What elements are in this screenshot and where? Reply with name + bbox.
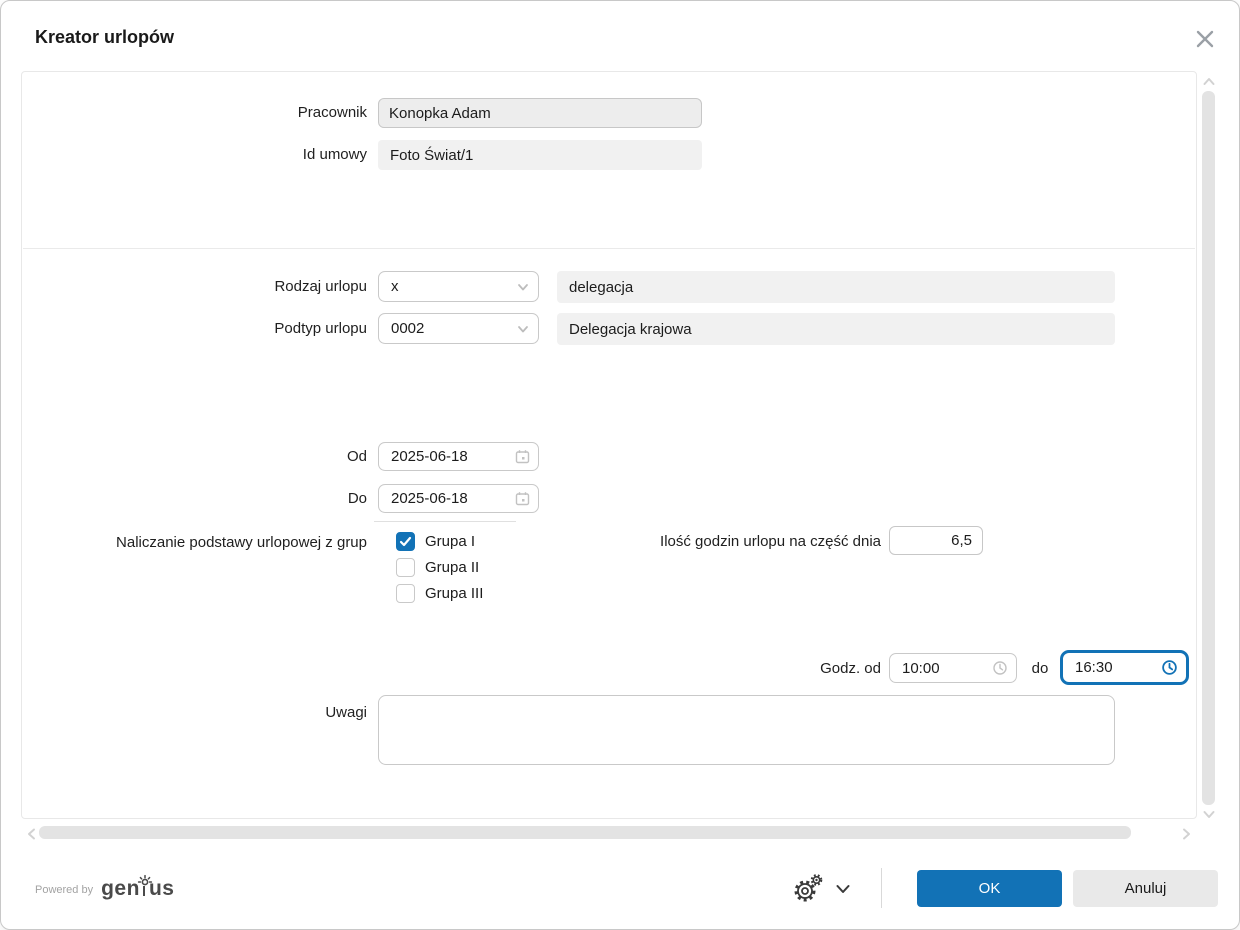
uwagi-label: Uwagi	[325, 704, 367, 721]
horizontal-scrollbar-thumb[interactable]	[39, 826, 1131, 839]
od-date-input[interactable]: 2025-06-18	[378, 442, 539, 471]
cancel-button[interactable]: Anuluj	[1073, 870, 1218, 907]
page-title: Kreator urlopów	[35, 27, 175, 47]
grupa-checkbox-label: Grupa II	[425, 559, 480, 576]
scroll-left-icon[interactable]	[25, 827, 39, 845]
id-umowy-label: Id umowy	[302, 146, 367, 163]
godz-od-label: Godz. od	[820, 660, 881, 677]
grupa-checkbox-label: Grupa I	[425, 533, 476, 550]
chevron-down-icon	[835, 882, 851, 900]
uwagi-textarea[interactable]	[378, 695, 1115, 765]
ok-button[interactable]: OK	[917, 870, 1062, 907]
grupa-iii-row: Grupa III	[396, 584, 483, 603]
genius-sun-icon	[137, 873, 153, 901]
rodzaj-urlopu-value: x	[391, 278, 399, 295]
brand-text-gen: gen	[101, 877, 140, 900]
section-divider	[23, 248, 1195, 249]
godz-od-value: 10:00	[902, 659, 940, 677]
genius-brand: gen us	[101, 873, 174, 901]
id-umowy-field: Foto Świat/1	[378, 140, 702, 170]
do-date-input[interactable]: 2025-06-18	[378, 484, 539, 513]
grupa-checkbox-2[interactable]	[396, 558, 415, 577]
scroll-right-icon[interactable]	[1179, 827, 1193, 845]
calendar-icon[interactable]	[515, 449, 530, 464]
podtyp-urlopu-dropdown[interactable]: 0002	[378, 313, 539, 344]
check-icon	[399, 536, 412, 547]
powered-by-logo: Powered by gen us	[35, 873, 174, 901]
calendar-icon[interactable]	[515, 491, 530, 506]
godz-do-value: 16:30	[1075, 659, 1113, 676]
scroll-down-icon[interactable]	[1203, 807, 1215, 826]
rodzaj-urlopu-label: Rodzaj urlopu	[274, 278, 367, 295]
rodzaj-urlopu-description: delegacja	[557, 271, 1115, 303]
chevron-down-icon	[516, 280, 530, 294]
powered-by-text: Powered by	[35, 884, 94, 896]
grupa-checkbox-1[interactable]	[396, 532, 415, 551]
godz-od-time-input[interactable]: 10:00	[889, 653, 1017, 683]
pracownik-label: Pracownik	[297, 104, 367, 121]
close-button[interactable]	[1191, 27, 1219, 55]
grupa-ii-row: Grupa II	[396, 558, 479, 577]
godz-do-time-input[interactable]: 16:30	[1060, 650, 1189, 685]
close-icon	[1194, 28, 1216, 55]
do-date-value: 2025-06-18	[391, 490, 468, 507]
do-label: Do	[347, 490, 367, 507]
podtyp-urlopu-label: Podtyp urlopu	[274, 320, 367, 337]
godz-do-label: do	[1031, 660, 1049, 677]
mini-divider	[374, 521, 516, 522]
clock-icon[interactable]	[1161, 659, 1178, 676]
ilosc-godzin-label: Ilość godzin urlopu na część dnia	[660, 533, 881, 550]
podtyp-urlopu-value: 0002	[391, 320, 425, 337]
vertical-scrollbar-thumb[interactable]	[1202, 91, 1215, 805]
kreator-urlopow-dialog: Kreator urlopów Pracownik Id umowy Foto …	[0, 0, 1240, 930]
footer-divider	[881, 868, 882, 908]
clock-icon[interactable]	[992, 660, 1008, 676]
gear-icon	[793, 873, 825, 908]
podtyp-urlopu-description: Delegacja krajowa	[557, 313, 1115, 345]
od-date-value: 2025-06-18	[391, 448, 468, 465]
grupa-checkbox-3[interactable]	[396, 584, 415, 603]
ilosc-godzin-input[interactable]	[889, 526, 983, 555]
grupy-label: Naliczanie podstawy urlopowej z grup	[116, 534, 367, 551]
chevron-down-icon	[516, 322, 530, 336]
grupa-i-row: Grupa I	[396, 532, 475, 551]
settings-menu-button[interactable]	[793, 873, 851, 908]
pracownik-input[interactable]	[378, 98, 702, 128]
od-label: Od	[346, 448, 367, 465]
grupa-checkbox-label: Grupa III	[425, 585, 484, 602]
rodzaj-urlopu-dropdown[interactable]: x	[378, 271, 539, 302]
